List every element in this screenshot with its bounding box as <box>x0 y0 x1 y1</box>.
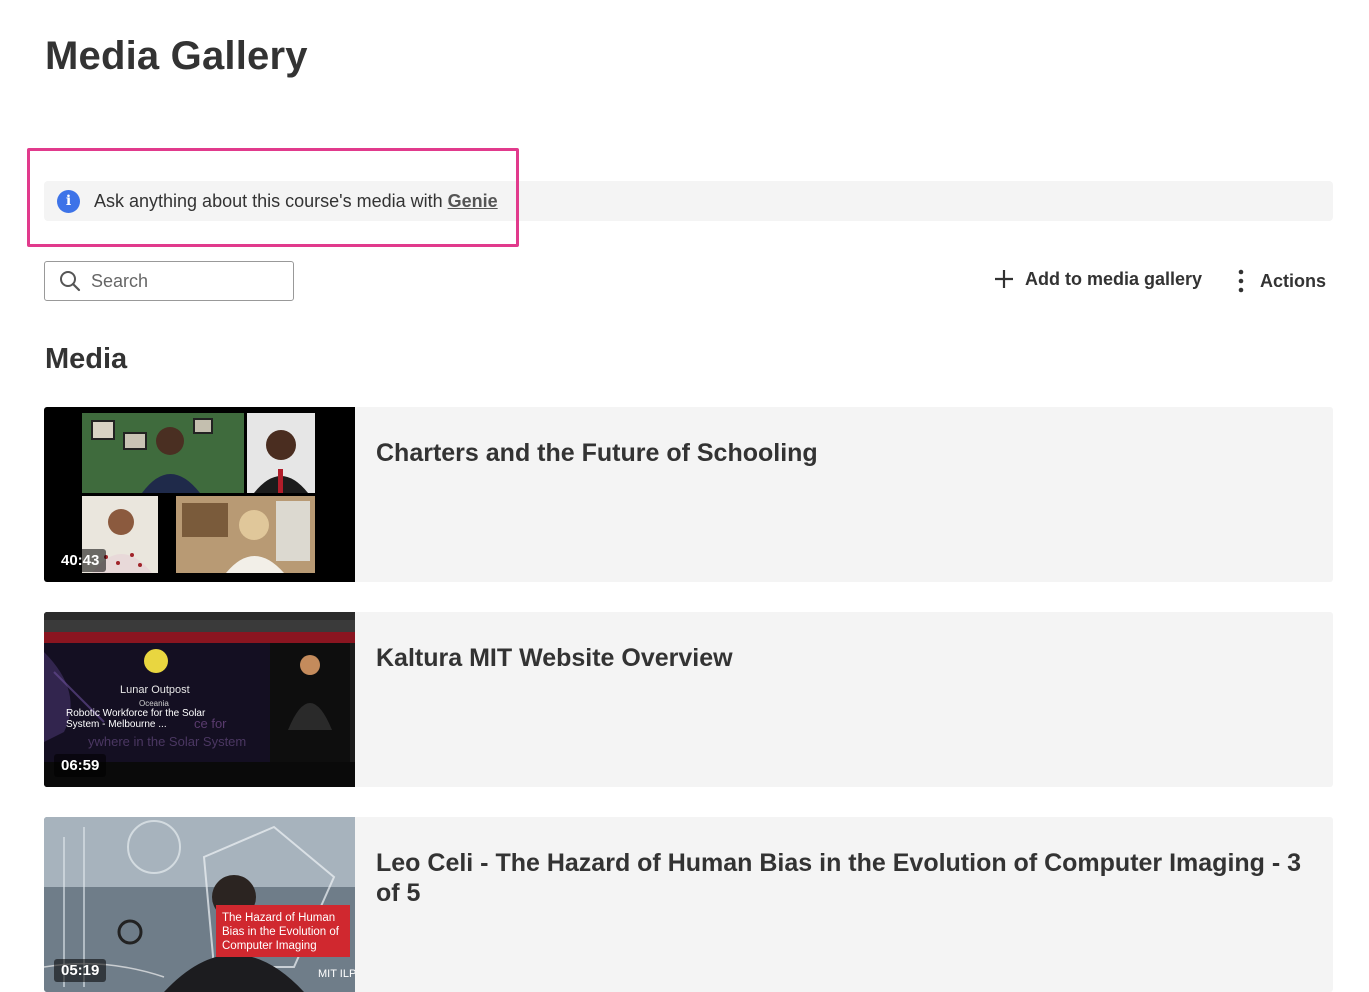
search-box[interactable] <box>44 261 294 301</box>
media-title[interactable]: Kaltura MIT Website Overview <box>376 643 1303 673</box>
media-title[interactable]: Leo Celi - The Hazard of Human Bias in t… <box>376 848 1303 908</box>
duration-badge: 05:19 <box>54 959 107 982</box>
video-thumbnail[interactable]: 40:43 <box>44 407 355 582</box>
thumb-sub: Oceania <box>139 699 169 708</box>
add-to-media-gallery-label: Add to media gallery <box>1025 268 1203 289</box>
banner-text: Ask anything about this course's media w… <box>94 191 498 212</box>
section-title: Media <box>45 343 128 375</box>
thumb-brand: Lunar Outpost <box>120 684 190 696</box>
add-to-media-gallery-button[interactable]: Add to media gallery <box>993 268 1202 290</box>
media-card[interactable]: 40:43 Charters and the Future of Schooli… <box>44 407 1333 582</box>
genie-link[interactable]: Genie <box>448 191 498 211</box>
actions-label: Actions <box>1260 270 1327 291</box>
media-card[interactable]: Lunar Outpost Oceania ce for ywhere in t… <box>44 612 1333 787</box>
video-thumbnail[interactable]: The Hazard of Human Bias in the Evolutio… <box>44 817 355 992</box>
genie-banner: i Ask anything about this course's media… <box>44 181 1333 221</box>
search-input[interactable] <box>91 270 271 292</box>
info-icon: i <box>57 189 80 213</box>
search-icon <box>60 271 81 292</box>
more-vertical-icon <box>1238 269 1244 293</box>
media-card[interactable]: The Hazard of Human Bias in the Evolutio… <box>44 817 1333 992</box>
page-title: Media Gallery <box>45 34 308 78</box>
thumb-red-label: The Hazard of Human Bias in the Evolutio… <box>222 912 339 952</box>
plus-icon <box>995 270 1013 288</box>
thumb-logo: MIT ILP <box>318 968 355 980</box>
duration-badge: 06:59 <box>54 754 107 777</box>
video-thumbnail[interactable]: Lunar Outpost Oceania ce for ywhere in t… <box>44 612 355 787</box>
actions-button[interactable]: Actions <box>1232 268 1326 294</box>
banner-message: Ask anything about this course's media w… <box>94 190 443 211</box>
duration-badge: 40:43 <box>54 549 107 572</box>
thumb-caption: Robotic Workforce for the Solar System -… <box>66 708 206 730</box>
media-title[interactable]: Charters and the Future of Schooling <box>376 438 1303 468</box>
